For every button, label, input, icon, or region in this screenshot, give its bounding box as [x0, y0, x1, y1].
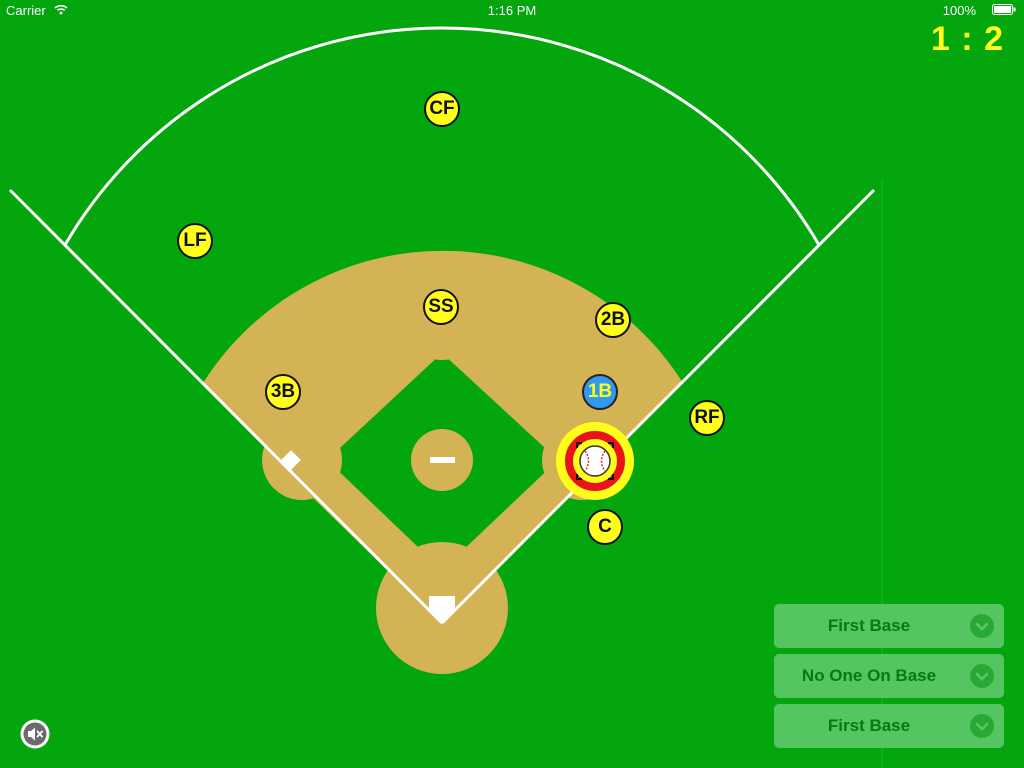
- runner-first-base[interactable]: 1B: [582, 374, 618, 410]
- base-situation-dropdown[interactable]: No One On Base: [774, 654, 1004, 698]
- baseball-icon: [579, 445, 611, 477]
- player-shortstop[interactable]: SS: [423, 289, 459, 325]
- chevron-down-icon[interactable]: [970, 664, 994, 688]
- player-catcher[interactable]: C: [587, 509, 623, 545]
- runner-destination-dropdown[interactable]: First Base: [774, 604, 1004, 648]
- player-second-base[interactable]: 2B: [595, 302, 631, 338]
- outfield-fence: [63, 26, 821, 246]
- chevron-down-icon[interactable]: [970, 614, 994, 638]
- chevron-down-icon[interactable]: [970, 714, 994, 738]
- selector-label: First Base: [827, 716, 911, 735]
- baseball-field: [8, 26, 883, 768]
- selector-label: First Base: [827, 616, 911, 635]
- third-base-cutout: [262, 420, 342, 500]
- mute-icon[interactable]: [19, 718, 51, 750]
- selector-label: No One On Base: [801, 666, 937, 685]
- hit-location-dropdown[interactable]: First Base: [774, 704, 1004, 748]
- player-right-field[interactable]: RF: [689, 400, 725, 436]
- player-left-field[interactable]: LF: [177, 223, 213, 259]
- pitchers-rubber: [430, 457, 455, 463]
- player-third-base[interactable]: 3B: [265, 374, 301, 410]
- player-center-field[interactable]: CF: [424, 91, 460, 127]
- ball-target-marker[interactable]: [555, 421, 635, 501]
